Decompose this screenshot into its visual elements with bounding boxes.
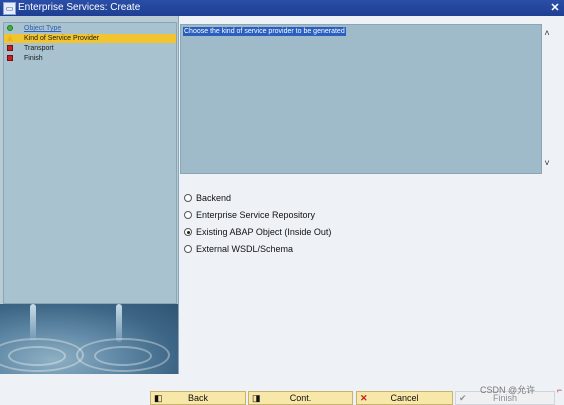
step-label: Finish (24, 55, 43, 62)
radio-label: Backend (196, 193, 232, 203)
back-label: Back (187, 393, 208, 403)
continue-label: Cont. (289, 393, 312, 403)
radio-external-wsdl-schema[interactable]: External WSDL/Schema (184, 244, 331, 261)
finish-check-icon: ✔ (459, 393, 467, 403)
step-object-type[interactable]: Object Type (4, 24, 176, 33)
description-scrollbar[interactable]: ˄ ˅ (542, 24, 552, 174)
radio-existing-abap-object[interactable]: Existing ABAP Object (Inside Out) (184, 227, 331, 244)
step-label: Object Type (24, 25, 62, 32)
radio-label: External WSDL/Schema (196, 244, 294, 254)
continue-button[interactable]: ◨ Cont. (248, 391, 353, 405)
back-icon: ◧ (154, 393, 163, 403)
scroll-down-icon[interactable]: ˅ (542, 158, 552, 168)
radio-enterprise-service-repository[interactable]: Enterprise Service Repository (184, 210, 331, 227)
radio-button[interactable] (184, 245, 192, 253)
step-label: Transport (24, 45, 54, 52)
continue-icon: ◨ (252, 393, 261, 403)
radio-label: Enterprise Service Repository (196, 210, 316, 220)
radio-button[interactable] (184, 211, 192, 219)
scroll-up-icon[interactable]: ˄ (542, 28, 552, 38)
close-icon[interactable]: ✕ (549, 2, 561, 14)
cancel-label: Cancel (390, 393, 419, 403)
roadmap-panel: Object Type Kind of Service Provider Tra… (0, 16, 179, 374)
step-kind-of-service-provider[interactable]: Kind of Service Provider (4, 34, 176, 43)
green-circle-icon (7, 25, 13, 31)
yellow-triangle-icon (7, 35, 13, 41)
provider-kind-options: Backend Enterprise Service Repository Ex… (184, 193, 331, 261)
cancel-x-icon: ✕ (360, 393, 368, 403)
step-label: Kind of Service Provider (24, 35, 100, 42)
radio-backend[interactable]: Backend (184, 193, 331, 210)
title-bar: ▭ Enterprise Services: Create ✕ (0, 0, 564, 16)
radio-button[interactable] (184, 194, 192, 202)
corner-mark: ⌐ (557, 385, 563, 395)
cancel-button[interactable]: ✕ Cancel (356, 391, 453, 405)
red-square-icon (7, 55, 13, 61)
water-drop-image (0, 304, 178, 374)
back-button[interactable]: ◧ Back (150, 391, 246, 405)
window-icon: ▭ (3, 2, 16, 15)
description-text: Choose the kind of service provider to b… (183, 27, 346, 36)
red-square-icon (7, 45, 13, 51)
step-transport[interactable]: Transport (4, 44, 176, 53)
step-finish[interactable]: Finish (4, 54, 176, 63)
step-list: Object Type Kind of Service Provider Tra… (3, 22, 177, 304)
window-title: Enterprise Services: Create (18, 2, 141, 13)
watermark: CSDN @允许 (480, 385, 536, 395)
description-box: Choose the kind of service provider to b… (180, 24, 542, 174)
radio-label: Existing ABAP Object (Inside Out) (196, 227, 332, 237)
radio-button-selected[interactable] (184, 228, 192, 236)
